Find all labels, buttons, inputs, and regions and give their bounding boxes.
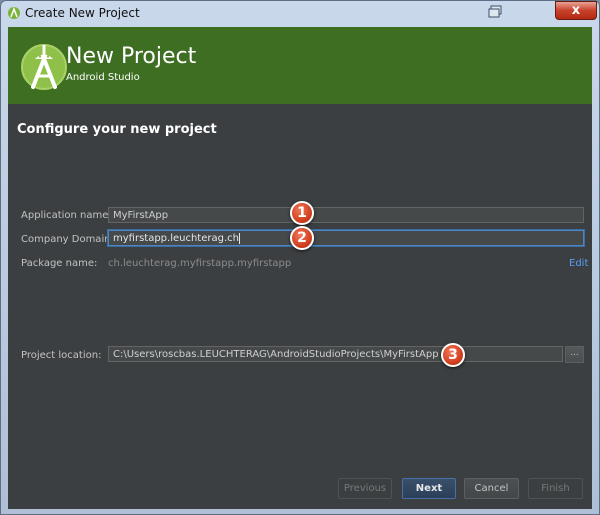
company-domain-value: myfirstapp.leuchterag.ch — [113, 233, 239, 244]
close-button[interactable]: x — [555, 1, 597, 20]
title-bar[interactable]: Create New Project x — [1, 1, 599, 25]
callout-badge-3: 3 — [441, 343, 465, 367]
dialog-window: Create New Project x New Project Android… — [0, 0, 600, 515]
android-studio-icon — [8, 6, 20, 19]
edit-package-link[interactable]: Edit — [569, 258, 588, 269]
restore-icon[interactable] — [487, 4, 505, 20]
project-location-input[interactable]: C:\Users\roscbas.LEUCHTERAG\AndroidStudi… — [108, 346, 563, 362]
header-title: New Project — [66, 44, 197, 69]
window-title: Create New Project — [25, 6, 140, 20]
package-name-label: Package name: — [21, 258, 98, 269]
header-banner: New Project Android Studio — [8, 27, 592, 104]
callout-badge-2: 2 — [290, 226, 314, 250]
header-subtitle: Android Studio — [66, 72, 140, 83]
application-name-label: Application name: — [21, 210, 112, 221]
cancel-button[interactable]: Cancel — [464, 478, 519, 499]
company-domain-input[interactable]: myfirstapp.leuchterag.ch — [108, 230, 584, 246]
previous-button[interactable]: Previous — [338, 478, 392, 499]
android-studio-logo-icon — [21, 44, 67, 90]
finish-button[interactable]: Finish — [528, 478, 583, 499]
text-caret — [238, 233, 240, 244]
dialog-content: New Project Android Studio Configure you… — [8, 27, 592, 509]
next-button[interactable]: Next — [402, 478, 456, 499]
callout-badge-1: 1 — [290, 201, 314, 225]
company-domain-label: Company Domain: — [21, 234, 114, 245]
package-name-value: ch.leuchterag.myfirstapp.myfirstapp — [108, 258, 292, 269]
page-title: Configure your new project — [17, 122, 217, 137]
project-location-label: Project location: — [21, 350, 102, 361]
browse-button[interactable]: ... — [565, 346, 584, 363]
application-name-input[interactable]: MyFirstApp — [108, 207, 584, 223]
